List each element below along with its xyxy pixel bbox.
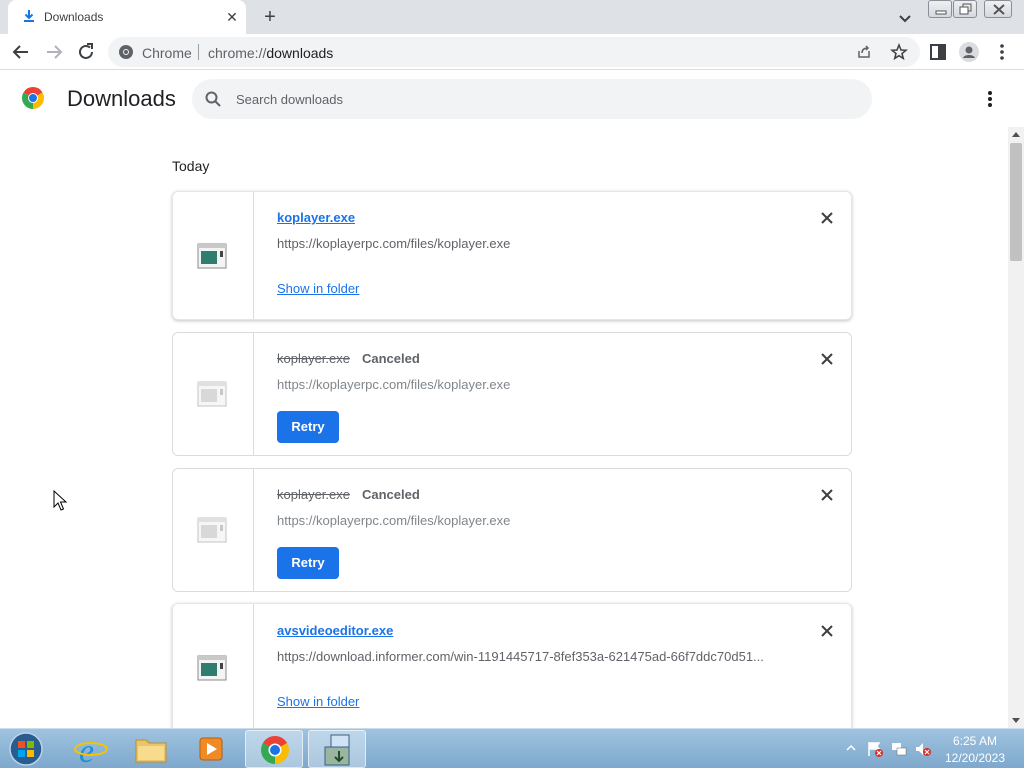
network-icon[interactable] — [890, 740, 908, 758]
browser-menu-icon[interactable] — [990, 40, 1014, 64]
svg-text:e: e — [79, 733, 94, 768]
retry-button[interactable]: Retry — [277, 547, 339, 579]
chrome-icon — [261, 736, 289, 764]
folder-icon — [135, 739, 167, 763]
media-player-icon — [199, 737, 223, 761]
side-panel-icon[interactable] — [926, 40, 950, 64]
tab-close-icon[interactable]: ✕ — [222, 7, 242, 27]
mouse-cursor-icon — [53, 490, 67, 511]
download-icon — [24, 10, 34, 22]
show-in-folder-link[interactable]: Show in folder — [277, 281, 359, 296]
taskbar-file-explorer[interactable] — [122, 730, 180, 768]
file-url[interactable]: https://download.informer.com/win-119144… — [277, 649, 777, 664]
remove-item-close-icon[interactable] — [817, 349, 837, 369]
clock-date[interactable]: 12/20/2023 — [940, 751, 1010, 765]
vertical-scrollbar[interactable] — [1008, 127, 1024, 728]
restore-button[interactable] — [953, 0, 977, 18]
tab-search-chevron-icon[interactable] — [894, 7, 916, 29]
address-bar[interactable]: Chrome chrome://downloads — [108, 37, 920, 67]
installer-icon — [324, 734, 350, 766]
forward-arrow-icon[interactable] — [42, 40, 66, 64]
action-center-flag-icon[interactable] — [866, 740, 884, 758]
downloads-list: Today koplayer.exe https://koplayerpc.co… — [0, 127, 1008, 728]
file-url[interactable]: https://koplayerpc.com/files/koplayer.ex… — [277, 513, 777, 528]
minimize-icon — [935, 10, 947, 15]
status-label: Canceled — [362, 487, 420, 502]
search-icon — [205, 91, 221, 107]
windows-taskbar: e 6:25 AM 12/20/2023 — [0, 728, 1024, 768]
new-tab-button[interactable]: + — [258, 5, 282, 29]
download-item: koplayer.exe https://koplayerpc.com/file… — [172, 191, 852, 320]
profile-avatar-icon[interactable] — [957, 40, 981, 64]
file-icon-column — [173, 469, 254, 591]
downloads-header: Downloads — [0, 71, 1024, 127]
minimize-button[interactable] — [928, 0, 952, 18]
file-url[interactable]: https://koplayerpc.com/files/koplayer.ex… — [277, 236, 777, 251]
clock-time[interactable]: 6:25 AM — [948, 734, 1002, 748]
exe-file-icon — [197, 655, 227, 681]
taskbar-media-player[interactable] — [182, 730, 240, 768]
url-path: downloads — [266, 45, 334, 61]
url-scheme: chrome:// — [208, 45, 267, 61]
file-icon-column — [173, 192, 254, 319]
scrollbar-thumb[interactable] — [1010, 143, 1022, 261]
url-text: chrome://downloads — [208, 45, 333, 61]
tab-strip: Downloads ✕ + — [0, 0, 1024, 34]
taskbar-internet-explorer[interactable]: e — [62, 730, 120, 768]
file-icon-column — [173, 333, 254, 455]
taskbar-installer[interactable] — [308, 730, 366, 768]
scroll-up-arrow-icon[interactable] — [1012, 132, 1020, 137]
internet-explorer-icon: e — [74, 733, 108, 768]
remove-item-close-icon[interactable] — [817, 621, 837, 641]
download-item: koplayer.exe Canceled https://koplayerpc… — [172, 468, 852, 592]
restore-icon — [959, 3, 972, 15]
exe-file-icon — [197, 243, 227, 269]
reload-icon[interactable] — [74, 40, 98, 64]
remove-item-close-icon[interactable] — [817, 208, 837, 228]
back-arrow-icon[interactable] — [9, 40, 33, 64]
show-hidden-icons-chevron-icon[interactable] — [846, 743, 856, 753]
show-in-folder-link[interactable]: Show in folder — [277, 694, 359, 709]
tab-downloads[interactable]: Downloads ✕ — [8, 0, 246, 34]
share-icon[interactable] — [856, 44, 872, 60]
site-label: Chrome — [142, 45, 192, 61]
tab-title: Downloads — [44, 10, 104, 24]
canceled-file-icon — [197, 517, 227, 543]
screen: Downloads ✕ + Chrome chrome://downloads … — [0, 0, 1024, 768]
start-orb-icon[interactable] — [6, 731, 46, 767]
download-item: koplayer.exe Canceled https://koplayerpc… — [172, 332, 852, 456]
file-name-link[interactable]: avsvideoeditor.exe — [277, 623, 393, 638]
bookmark-star-icon[interactable] — [890, 43, 908, 61]
status-label: Canceled — [362, 351, 420, 366]
browser-toolbar: Chrome chrome://downloads — [0, 34, 1024, 70]
close-window-button[interactable] — [984, 0, 1012, 18]
volume-muted-icon[interactable] — [914, 740, 932, 758]
omnibox-divider — [198, 44, 199, 60]
search-input[interactable] — [236, 89, 836, 109]
chrome-site-icon — [119, 45, 133, 59]
file-url[interactable]: https://koplayerpc.com/files/koplayer.ex… — [277, 377, 777, 392]
remove-item-close-icon[interactable] — [817, 485, 837, 505]
retry-button[interactable]: Retry — [277, 411, 339, 443]
scroll-down-arrow-icon[interactable] — [1012, 718, 1020, 723]
taskbar-chrome[interactable] — [245, 730, 303, 768]
more-actions-icon[interactable] — [980, 87, 1000, 111]
file-name: koplayer.exe — [277, 487, 350, 502]
close-icon — [993, 4, 1005, 15]
file-name-link[interactable]: koplayer.exe — [277, 210, 355, 225]
page-title: Downloads — [67, 86, 176, 111]
file-icon-column — [173, 604, 254, 728]
search-box[interactable] — [192, 79, 872, 119]
file-name: koplayer.exe — [277, 351, 350, 366]
canceled-file-icon — [197, 381, 227, 407]
download-item: avsvideoeditor.exe https://download.info… — [172, 603, 852, 728]
date-header: Today — [172, 158, 210, 174]
chrome-logo-icon — [22, 87, 44, 109]
